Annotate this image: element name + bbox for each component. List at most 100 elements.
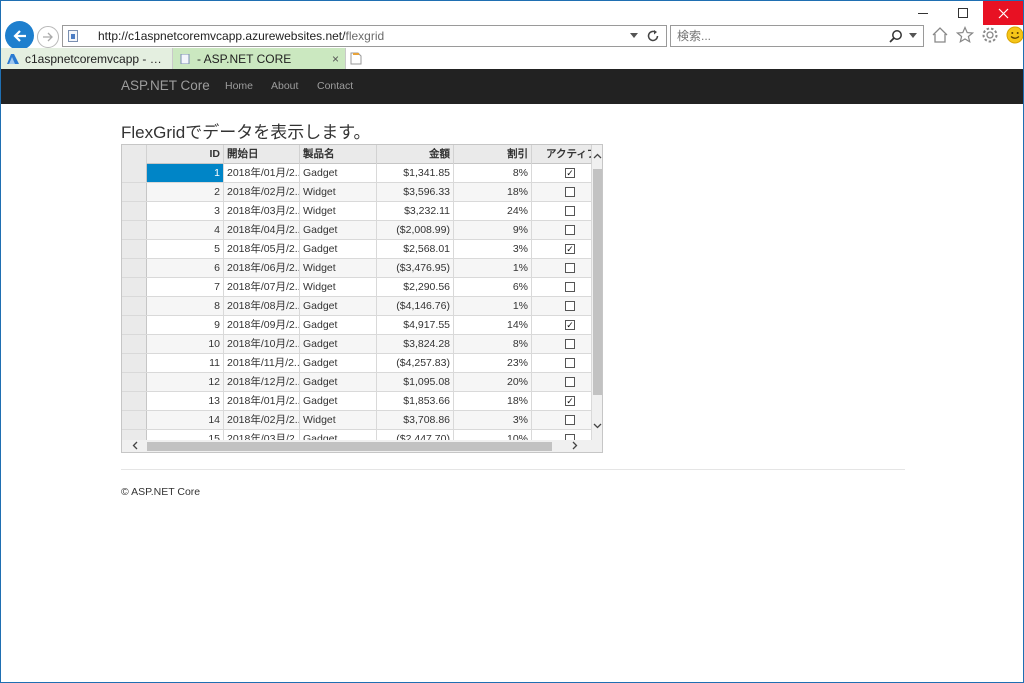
column-header-active[interactable]: アクティブ bbox=[532, 145, 592, 164]
table-row[interactable]: 11 2018年/11月/2... Gadget ($4,257.83) 23% bbox=[122, 354, 592, 373]
cell-start-date[interactable]: 2018年/05月/2... bbox=[224, 240, 300, 258]
tab-aspnet-core[interactable]: - ASP.NET CORE × bbox=[173, 48, 345, 69]
cell-discount[interactable]: 14% bbox=[454, 316, 532, 334]
search-icon[interactable] bbox=[889, 29, 903, 43]
cell-amount[interactable]: $3,824.28 bbox=[377, 335, 454, 353]
cell-amount[interactable]: ($2,447.70) bbox=[377, 430, 454, 440]
cell-active[interactable] bbox=[532, 221, 592, 239]
cell-product[interactable]: Widget bbox=[300, 411, 377, 429]
cell-amount[interactable]: $3,708.86 bbox=[377, 411, 454, 429]
cell-active[interactable]: ✓ bbox=[532, 240, 592, 258]
cell-discount[interactable]: 1% bbox=[454, 259, 532, 277]
minimize-button[interactable] bbox=[903, 1, 943, 25]
active-checkbox[interactable]: ✓ bbox=[565, 320, 575, 330]
refresh-icon[interactable] bbox=[646, 29, 660, 43]
table-row[interactable]: 4 2018年/04月/2... Gadget ($2,008.99) 9% bbox=[122, 221, 592, 240]
flexgrid[interactable]: ID 開始日 製品名 金額 割引 アクティブ 12018年/01月/2...Ga… bbox=[121, 144, 603, 453]
table-row[interactable]: 1 2018年/01月/2... Gadget $1,341.85 8% ✓ bbox=[122, 164, 592, 183]
nav-link-contact[interactable]: Contact bbox=[317, 80, 353, 92]
active-checkbox[interactable] bbox=[565, 415, 575, 425]
favorites-button[interactable] bbox=[955, 25, 974, 45]
cell-id[interactable]: 1 bbox=[147, 164, 224, 182]
table-row[interactable]: 6 2018年/06月/2... Widget ($3,476.95) 1% bbox=[122, 259, 592, 278]
cell-active[interactable]: ✓ bbox=[532, 316, 592, 334]
table-row[interactable]: 15 2018年/03月/2... Gadget ($2,447.70) 10% bbox=[122, 430, 592, 440]
cell-product[interactable]: Gadget bbox=[300, 335, 377, 353]
search-dropdown-icon[interactable] bbox=[909, 33, 917, 39]
cell-id[interactable]: 8 bbox=[147, 297, 224, 315]
scroll-right-icon[interactable] bbox=[572, 441, 578, 452]
search-box[interactable] bbox=[670, 25, 924, 47]
back-button[interactable] bbox=[5, 21, 34, 50]
cell-discount[interactable]: 10% bbox=[454, 430, 532, 440]
search-input[interactable] bbox=[671, 27, 889, 45]
cell-start-date[interactable]: 2018年/07月/2... bbox=[224, 278, 300, 296]
cell-product[interactable]: Widget bbox=[300, 278, 377, 296]
column-header-id[interactable]: ID bbox=[147, 145, 224, 164]
cell-start-date[interactable]: 2018年/03月/2... bbox=[224, 430, 300, 440]
address-bar[interactable]: http://c1aspnetcoremvcapp.azurewebsites.… bbox=[62, 25, 667, 47]
cell-start-date[interactable]: 2018年/11月/2... bbox=[224, 354, 300, 372]
cell-amount[interactable]: $1,853.66 bbox=[377, 392, 454, 410]
table-row[interactable]: 9 2018年/09月/2... Gadget $4,917.55 14% ✓ bbox=[122, 316, 592, 335]
active-checkbox[interactable] bbox=[565, 225, 575, 235]
cell-product[interactable]: Gadget bbox=[300, 430, 377, 440]
cell-active[interactable] bbox=[532, 373, 592, 391]
new-tab-button[interactable] bbox=[345, 48, 365, 69]
active-checkbox[interactable] bbox=[565, 187, 575, 197]
scroll-left-icon[interactable] bbox=[132, 441, 138, 452]
column-header-product[interactable]: 製品名 bbox=[300, 145, 377, 164]
cell-product[interactable]: Gadget bbox=[300, 221, 377, 239]
cell-amount[interactable]: $2,290.56 bbox=[377, 278, 454, 296]
close-tab-icon[interactable]: × bbox=[332, 52, 339, 66]
cell-active[interactable]: ✓ bbox=[532, 164, 592, 182]
column-header-discount[interactable]: 割引 bbox=[454, 145, 532, 164]
cell-active[interactable] bbox=[532, 259, 592, 277]
cell-discount[interactable]: 3% bbox=[454, 240, 532, 258]
forward-button[interactable] bbox=[37, 26, 59, 48]
cell-amount[interactable]: $1,341.85 bbox=[377, 164, 454, 182]
table-row[interactable]: 10 2018年/10月/2... Gadget $3,824.28 8% bbox=[122, 335, 592, 354]
active-checkbox[interactable] bbox=[565, 301, 575, 311]
row-header-cell[interactable] bbox=[122, 221, 147, 239]
cell-active[interactable] bbox=[532, 278, 592, 296]
table-row[interactable]: 2 2018年/02月/2... Widget $3,596.33 18% bbox=[122, 183, 592, 202]
cell-amount[interactable]: ($4,257.83) bbox=[377, 354, 454, 372]
cell-active[interactable] bbox=[532, 202, 592, 220]
vertical-scrollbar[interactable] bbox=[592, 145, 602, 440]
horizontal-scroll-thumb[interactable] bbox=[147, 442, 552, 451]
cell-id[interactable]: 4 bbox=[147, 221, 224, 239]
table-row[interactable]: 3 2018年/03月/2... Widget $3,232.11 24% bbox=[122, 202, 592, 221]
row-header-cell[interactable] bbox=[122, 240, 147, 258]
cell-amount[interactable]: ($4,146.76) bbox=[377, 297, 454, 315]
active-checkbox[interactable] bbox=[565, 358, 575, 368]
row-header-cell[interactable] bbox=[122, 335, 147, 353]
cell-discount[interactable]: 6% bbox=[454, 278, 532, 296]
cell-product[interactable]: Gadget bbox=[300, 392, 377, 410]
cell-product[interactable]: Gadget bbox=[300, 373, 377, 391]
cell-active[interactable] bbox=[532, 430, 592, 440]
cell-discount[interactable]: 23% bbox=[454, 354, 532, 372]
cell-amount[interactable]: $2,568.01 bbox=[377, 240, 454, 258]
cell-active[interactable] bbox=[532, 354, 592, 372]
active-checkbox[interactable] bbox=[565, 377, 575, 387]
cell-id[interactable]: 2 bbox=[147, 183, 224, 201]
cell-amount[interactable]: $1,095.08 bbox=[377, 373, 454, 391]
row-header-cell[interactable] bbox=[122, 354, 147, 372]
cell-id[interactable]: 3 bbox=[147, 202, 224, 220]
horizontal-scrollbar[interactable] bbox=[122, 440, 592, 452]
active-checkbox[interactable]: ✓ bbox=[565, 244, 575, 254]
table-row[interactable]: 14 2018年/02月/2... Widget $3,708.86 3% bbox=[122, 411, 592, 430]
cell-start-date[interactable]: 2018年/04月/2... bbox=[224, 221, 300, 239]
cell-id[interactable]: 9 bbox=[147, 316, 224, 334]
cell-start-date[interactable]: 2018年/09月/2... bbox=[224, 316, 300, 334]
cell-id[interactable]: 15 bbox=[147, 430, 224, 440]
cell-discount[interactable]: 20% bbox=[454, 373, 532, 391]
active-checkbox[interactable]: ✓ bbox=[565, 396, 575, 406]
column-header-amount[interactable]: 金額 bbox=[377, 145, 454, 164]
cell-amount[interactable]: $3,596.33 bbox=[377, 183, 454, 201]
maximize-button[interactable] bbox=[943, 1, 983, 25]
table-row[interactable]: 7 2018年/07月/2... Widget $2,290.56 6% bbox=[122, 278, 592, 297]
cell-product[interactable]: Gadget bbox=[300, 164, 377, 182]
dropdown-arrow-icon[interactable] bbox=[630, 33, 638, 39]
